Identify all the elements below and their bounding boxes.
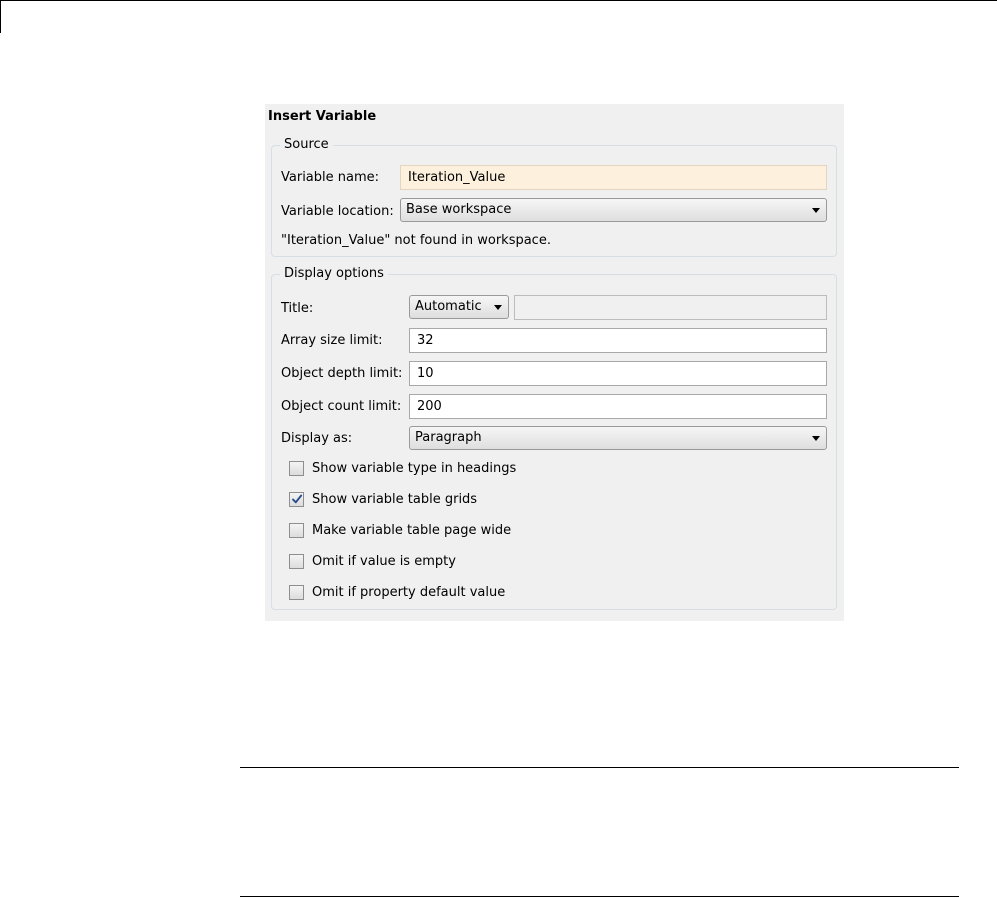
display-options-group: Display options Title: Automatic Array s… [271,266,837,610]
variable-location-dropdown[interactable]: Base workspace [400,198,827,222]
object-count-limit-label: Object count limit: [281,399,402,414]
object-depth-limit-label: Object depth limit: [281,366,403,381]
variable-name-field[interactable]: Iteration_Value [400,165,827,190]
page-divider-top [240,767,959,768]
page-divider-bottom [240,896,959,897]
chevron-down-icon [812,436,820,441]
show-variable-type-checkbox[interactable] [289,461,304,476]
variable-location-label: Variable location: [281,204,394,219]
display-as-dropdown[interactable]: Paragraph [409,426,827,450]
page-left-mark [0,0,1,33]
omit-if-default-checkbox[interactable] [289,585,304,600]
source-group: Source Variable name: Iteration_Value Va… [271,137,837,257]
omit-if-empty-label: Omit if value is empty [312,554,456,569]
table-page-wide-checkbox[interactable] [289,523,304,538]
array-size-limit-label: Array size limit: [281,333,383,348]
show-table-grids-label: Show variable table grids [312,492,478,507]
title-mode-value: Automatic [415,299,482,314]
array-size-limit-field[interactable]: 32 [409,328,827,353]
display-options-legend: Display options [280,266,388,282]
display-as-label: Display as: [281,431,353,446]
dialog-title: Insert Variable [268,109,377,124]
title-custom-field[interactable] [514,295,827,320]
source-group-legend: Source [280,137,333,153]
page-top-rule [0,0,997,1]
variable-location-value: Base workspace [406,202,512,217]
object-depth-limit-field[interactable]: 10 [409,361,827,386]
show-variable-type-label: Show variable type in headings [312,461,517,476]
display-as-value: Paragraph [415,430,482,445]
omit-if-empty-checkbox[interactable] [289,554,304,569]
show-table-grids-checkbox[interactable] [289,492,304,507]
insert-variable-dialog: Insert Variable Source Variable name: It… [265,104,844,621]
omit-if-default-label: Omit if property default value [312,585,506,600]
title-mode-dropdown[interactable]: Automatic [409,295,509,319]
table-page-wide-label: Make variable table page wide [312,523,512,538]
title-label: Title: [281,301,314,316]
status-message: "Iteration_Value" not found in workspace… [281,233,551,248]
chevron-down-icon [812,208,820,213]
object-count-limit-field[interactable]: 200 [409,394,827,419]
chevron-down-icon [494,305,502,310]
variable-name-label: Variable name: [281,170,380,185]
checkmark-icon [292,494,303,504]
